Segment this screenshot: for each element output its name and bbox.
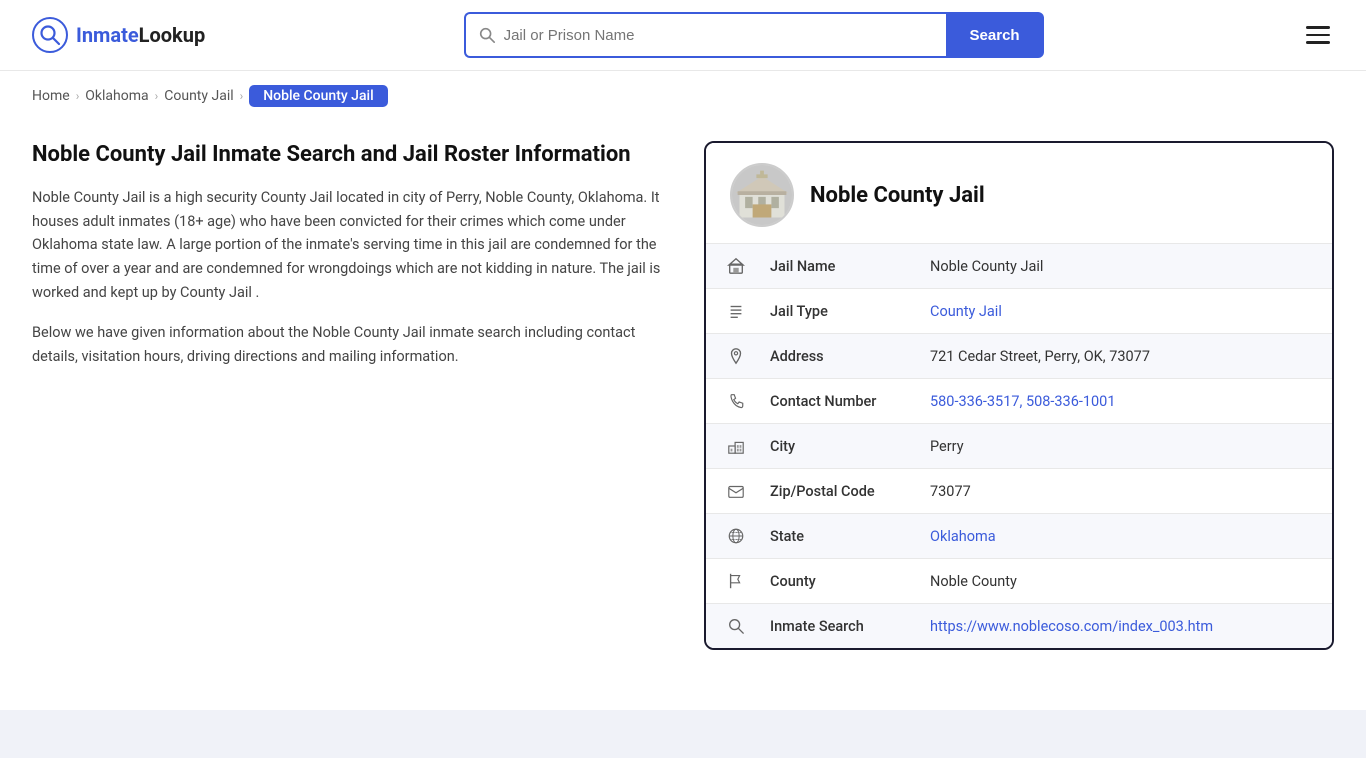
logo[interactable]: InmateLookup [32, 17, 205, 53]
table-row: Jail Type County Jail [706, 289, 1332, 334]
list-icon [706, 289, 750, 334]
building-icon [706, 244, 750, 289]
row-label: Address [750, 334, 910, 379]
row-link[interactable]: Oklahoma [930, 528, 996, 545]
table-row: Contact Number 580-336-3517, 508-336-1001 [706, 379, 1332, 424]
breadcrumb-oklahoma[interactable]: Oklahoma [85, 88, 148, 104]
avatar [730, 163, 794, 227]
search-button[interactable]: Search [946, 12, 1044, 58]
hamburger-menu[interactable] [1302, 22, 1334, 48]
site-header: InmateLookup Search [0, 0, 1366, 71]
phone-icon [706, 379, 750, 424]
facility-card: Noble County Jail Jail NameNoble County … [704, 141, 1334, 650]
location-icon [706, 334, 750, 379]
card-title: Noble County Jail [810, 183, 985, 208]
search-input-wrapper [464, 12, 946, 58]
table-row: CityPerry [706, 424, 1332, 469]
page-title: Noble County Jail Inmate Search and Jail… [32, 141, 672, 170]
row-label: City [750, 424, 910, 469]
row-label: Jail Type [750, 289, 910, 334]
chevron-icon-3: › [240, 89, 244, 103]
row-value[interactable]: https://www.noblecoso.com/index_003.htm [910, 604, 1332, 649]
breadcrumb-county-jail[interactable]: County Jail [164, 88, 233, 104]
card-header: Noble County Jail [706, 143, 1332, 243]
row-value: Noble County Jail [910, 244, 1332, 289]
chevron-icon-1: › [76, 89, 80, 103]
hamburger-line-2 [1306, 34, 1330, 37]
search-area: Search [464, 12, 1044, 58]
page-description-1: Noble County Jail is a high security Cou… [32, 186, 672, 306]
breadcrumb: Home › Oklahoma › County Jail › Noble Co… [0, 71, 1366, 121]
globe-icon [706, 514, 750, 559]
row-value: 73077 [910, 469, 1332, 514]
breadcrumb-home[interactable]: Home [32, 88, 70, 104]
logo-text: InmateLookup [76, 23, 205, 47]
table-row: Address721 Cedar Street, Perry, OK, 7307… [706, 334, 1332, 379]
row-label: County [750, 559, 910, 604]
row-label: State [750, 514, 910, 559]
row-label: Zip/Postal Code [750, 469, 910, 514]
hamburger-line-1 [1306, 26, 1330, 29]
table-row: Inmate Search https://www.noblecoso.com/i… [706, 604, 1332, 649]
search-input[interactable] [504, 27, 934, 44]
row-value[interactable]: County Jail [910, 289, 1332, 334]
breadcrumb-active: Noble County Jail [249, 85, 387, 107]
row-value[interactable]: 580-336-3517, 508-336-1001 [910, 379, 1332, 424]
table-row: Zip/Postal Code73077 [706, 469, 1332, 514]
row-link[interactable]: https://www.noblecoso.com/index_003.htm [930, 618, 1213, 635]
chevron-icon-2: › [155, 89, 159, 103]
row-value: Noble County [910, 559, 1332, 604]
table-row: State Oklahoma [706, 514, 1332, 559]
row-link[interactable]: 580-336-3517, 508-336-1001 [930, 393, 1115, 410]
row-label: Contact Number [750, 379, 910, 424]
left-content: Noble County Jail Inmate Search and Jail… [32, 141, 672, 369]
page-description-2: Below we have given information about th… [32, 321, 672, 369]
search-icon [478, 26, 496, 44]
mail-icon [706, 469, 750, 514]
table-row: CountyNoble County [706, 559, 1332, 604]
info-table: Jail NameNoble County JailJail Type Count… [706, 243, 1332, 648]
search-icon [706, 604, 750, 649]
row-value[interactable]: Oklahoma [910, 514, 1332, 559]
hamburger-line-3 [1306, 41, 1330, 44]
flag-icon [706, 559, 750, 604]
city-icon [706, 424, 750, 469]
row-value: 721 Cedar Street, Perry, OK, 73077 [910, 334, 1332, 379]
row-label: Jail Name [750, 244, 910, 289]
table-row: Jail NameNoble County Jail [706, 244, 1332, 289]
row-value: Perry [910, 424, 1332, 469]
row-link[interactable]: County Jail [930, 303, 1002, 320]
courthouse-image [732, 165, 792, 225]
footer-bar [0, 710, 1366, 758]
logo-icon [32, 17, 68, 53]
main-content: Noble County Jail Inmate Search and Jail… [0, 121, 1366, 690]
logo-svg [39, 24, 61, 46]
row-label: Inmate Search [750, 604, 910, 649]
